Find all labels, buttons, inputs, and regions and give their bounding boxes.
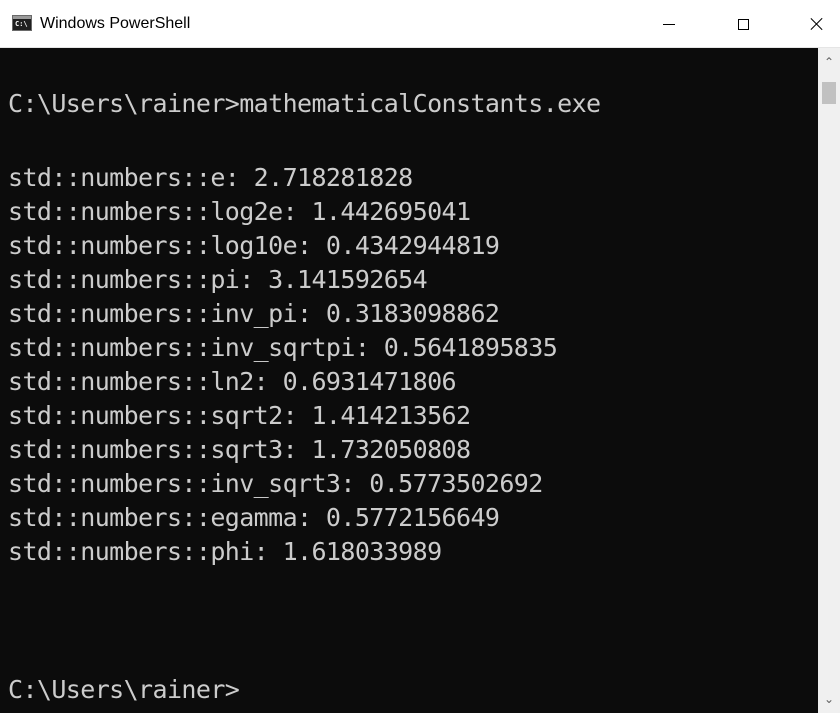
powershell-window: C:\ Windows PowerShell C:\Users\rainer>m… (0, 0, 840, 713)
output-line-ln2: std::numbers::ln2: 0.6931471806 (8, 367, 457, 396)
maximize-button[interactable] (720, 0, 766, 48)
output-line-inv-sqrt3: std::numbers::inv_sqrt3: 0.5773502692 (8, 469, 543, 498)
output-line-log10e: std::numbers::log10e: 0.4342944819 (8, 231, 500, 260)
window-title: Windows PowerShell (40, 15, 191, 32)
minimize-icon (663, 23, 675, 25)
console-output-area[interactable]: C:\Users\rainer>mathematicalConstants.ex… (0, 48, 818, 713)
scrollbar-thumb[interactable] (822, 82, 836, 104)
output-line-phi: std::numbers::phi: 1.618033989 (8, 537, 442, 566)
output-line-pi: std::numbers::pi: 3.141592654 (8, 265, 428, 294)
app-icon-text: C:\ (15, 20, 28, 28)
maximize-icon (737, 18, 749, 30)
output-line-inv-pi: std::numbers::inv_pi: 0.3183098862 (8, 299, 500, 328)
output-line-inv-sqrtpi: std::numbers::inv_sqrtpi: 0.5641895835 (8, 333, 558, 362)
close-icon (810, 17, 824, 31)
command-prompt[interactable]: C:\Users\rainer> (8, 673, 240, 707)
minimize-button[interactable] (646, 0, 692, 48)
scroll-up-button[interactable]: ⌃ (818, 48, 840, 76)
output-line-sqrt2: std::numbers::sqrt2: 1.414213562 (8, 401, 471, 430)
output-line-egamma: std::numbers::egamma: 0.5772156649 (8, 503, 500, 532)
output-line-sqrt3: std::numbers::sqrt3: 1.732050808 (8, 435, 471, 464)
powershell-app-icon[interactable]: C:\ (12, 15, 32, 31)
chevron-down-icon: ⌄ (823, 692, 835, 706)
command-line: C:\Users\rainer>mathematicalConstants.ex… (8, 89, 601, 118)
close-button[interactable] (794, 0, 840, 48)
output-line-log2e: std::numbers::log2e: 1.442695041 (8, 197, 471, 226)
chevron-up-icon: ⌃ (823, 55, 835, 69)
vertical-scrollbar[interactable]: ⌃ ⌄ (818, 48, 840, 713)
output-line-e: std::numbers::e: 2.718281828 (8, 163, 413, 192)
title-bar[interactable]: C:\ Windows PowerShell (0, 0, 840, 48)
scroll-down-button[interactable]: ⌄ (818, 685, 840, 713)
